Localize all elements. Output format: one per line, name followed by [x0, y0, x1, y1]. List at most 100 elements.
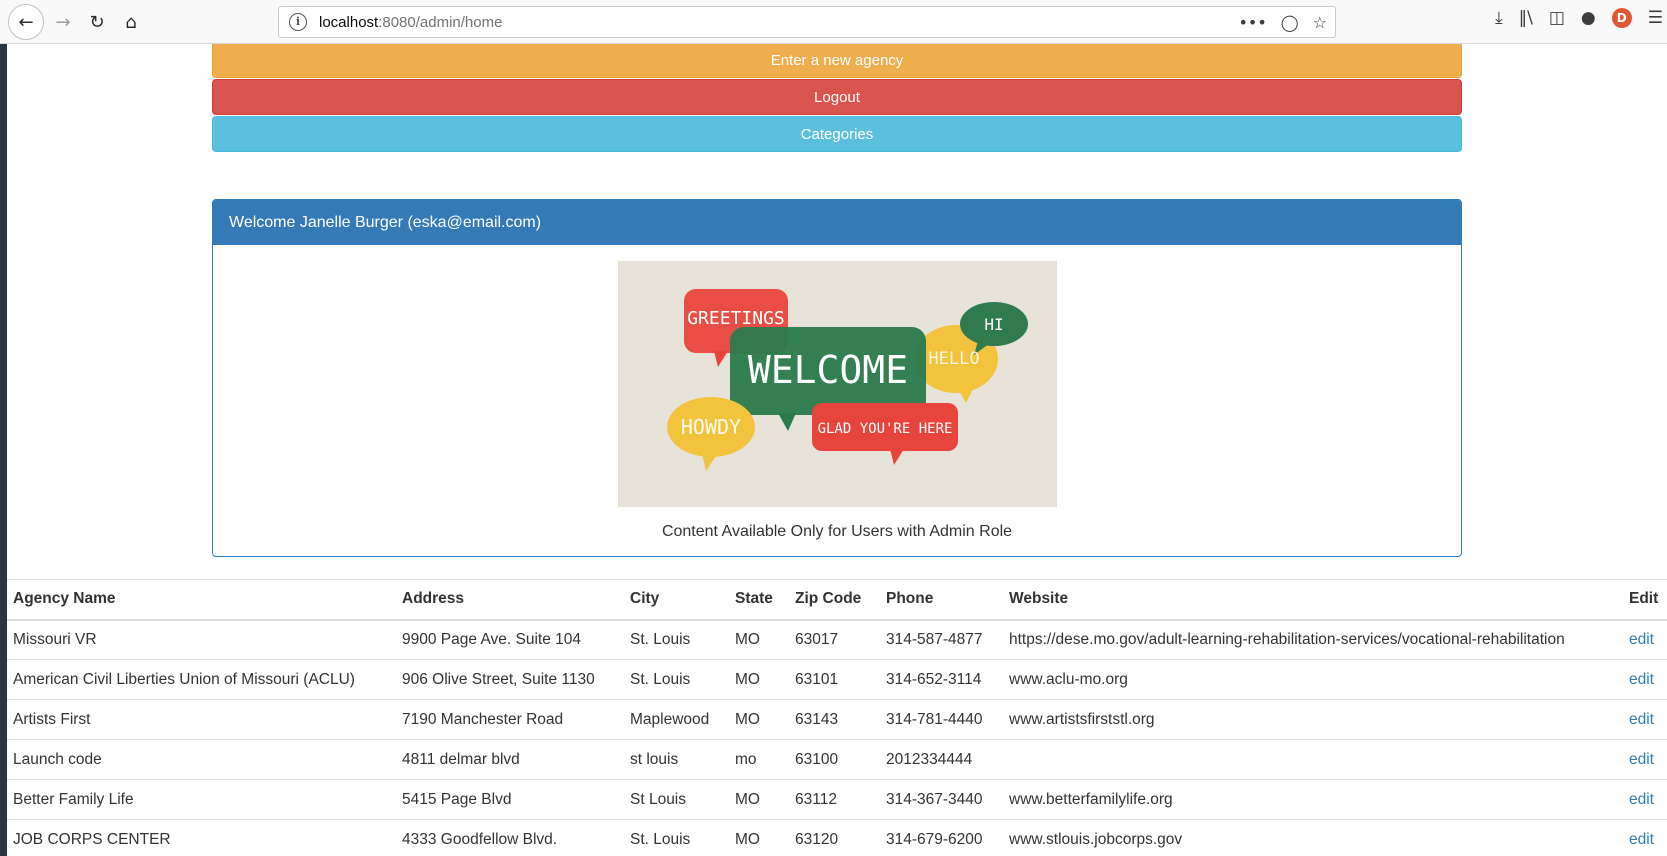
admin-caption: Content Available Only for Users with Ad…	[661, 523, 1013, 540]
website-cell: www.stlouis.jobcorps.gov	[1003, 819, 1623, 856]
hi-text: HI	[984, 315, 1003, 334]
header-phone: Phone	[880, 579, 1003, 621]
phone-cell: 314-781-4440	[880, 699, 1003, 740]
state-cell: MO	[729, 779, 789, 820]
agencies-table: Agency Name Address City State Zip Code …	[7, 579, 1667, 856]
url-text: localhost:8080/admin/home	[319, 13, 503, 31]
edit-cell: edit	[1623, 619, 1667, 660]
account-icon[interactable]: ●	[1581, 8, 1596, 28]
address-cell: 4811 delmar blvd	[396, 739, 624, 780]
city-cell: St. Louis	[624, 619, 729, 660]
website-cell: https://dese.mo.gov/adult-learning-rehab…	[1003, 619, 1623, 660]
phone-cell: 314-652-3114	[880, 659, 1003, 700]
zip-cell: 63112	[789, 779, 880, 820]
header-website: Website	[1003, 579, 1623, 621]
page-actions-icon[interactable]: •••	[1238, 13, 1266, 32]
address-cell: 4333 Goodfellow Blvd.	[396, 819, 624, 856]
header-address: Address	[396, 579, 624, 621]
state-cell: MO	[729, 819, 789, 856]
address-cell: 5415 Page Blvd	[396, 779, 624, 820]
agency-name-cell: Launch code	[7, 739, 396, 780]
zip-cell: 63120	[789, 819, 880, 856]
table-header-row: Agency Name Address City State Zip Code …	[7, 579, 1667, 621]
website-cell	[1003, 739, 1623, 780]
agency-name-cell: JOB CORPS CENTER	[7, 819, 396, 856]
state-cell: MO	[729, 619, 789, 660]
city-cell: St. Louis	[624, 659, 729, 700]
table-row: Launch code 4811 delmar blvd st louis mo 631…	[7, 739, 1667, 780]
address-cell: 9900 Page Ave. Suite 104	[396, 619, 624, 660]
table-row: Better Family Life 5415 Page Blvd St Louis…	[7, 779, 1667, 820]
website-cell: www.artistsfirststl.org	[1003, 699, 1623, 740]
header-edit: Edit	[1623, 579, 1667, 621]
edit-link[interactable]: edit	[1629, 631, 1654, 648]
state-cell: mo	[729, 739, 789, 780]
agency-name-cell: Missouri VR	[7, 619, 396, 660]
edit-cell: edit	[1623, 739, 1667, 780]
duckduckgo-icon[interactable]: D	[1611, 8, 1632, 28]
sidebar-icon[interactable]: ◫	[1549, 8, 1565, 28]
city-cell: St. Louis	[624, 819, 729, 856]
browser-toolbar: ← → ↻ ⌂ i localhost:8080/admin/home ••• …	[0, 0, 1667, 44]
forward-arrow-icon[interactable]: →	[48, 7, 78, 37]
city-cell: Maplewood	[624, 699, 729, 740]
city-cell: st louis	[624, 739, 729, 780]
phone-cell: 314-587-4877	[880, 619, 1003, 660]
download-icon[interactable]: ⤓	[1495, 8, 1503, 28]
state-cell: MO	[729, 699, 789, 740]
new-agency-button[interactable]: Enter a new agency	[212, 44, 1462, 78]
back-arrow-icon[interactable]: ←	[8, 4, 44, 40]
header-zip: Zip Code	[789, 579, 880, 621]
zip-cell: 63017	[789, 619, 880, 660]
welcome-text: WELCOME	[748, 348, 908, 392]
logout-button[interactable]: Logout	[212, 79, 1462, 115]
url-bar[interactable]: i localhost:8080/admin/home ••• ◯ ☆	[278, 6, 1336, 38]
menu-icon[interactable]: ☰	[1648, 8, 1663, 28]
agency-name-cell: Artists First	[7, 699, 396, 740]
city-cell: St Louis	[624, 779, 729, 820]
reload-icon[interactable]: ↻	[82, 7, 112, 37]
address-cell: 906 Olive Street, Suite 1130	[396, 659, 624, 700]
page-content: Enter a new agency Logout Categories Wel…	[7, 44, 1667, 856]
header-agency-name: Agency Name	[7, 579, 396, 621]
table-row: JOB CORPS CENTER 4333 Goodfellow Blvd. St.…	[7, 819, 1667, 856]
zip-cell: 63101	[789, 659, 880, 700]
hello-text: HELLO	[928, 349, 979, 369]
categories-button[interactable]: Categories	[212, 116, 1462, 152]
edit-link[interactable]: edit	[1629, 791, 1654, 808]
site-info-icon[interactable]: i	[289, 13, 307, 31]
phone-cell: 2012334444	[880, 739, 1003, 780]
edit-cell: edit	[1623, 659, 1667, 700]
bookmark-star-icon[interactable]: ☆	[1313, 13, 1327, 32]
table-row: Missouri VR 9900 Page Ave. Suite 104 St. L…	[7, 619, 1667, 660]
library-icon[interactable]: ‖\	[1519, 8, 1533, 28]
header-city: City	[624, 579, 729, 621]
state-cell: MO	[729, 659, 789, 700]
zip-cell: 63143	[789, 699, 880, 740]
greetings-text: GREETINGS	[687, 308, 785, 329]
edit-cell: edit	[1623, 819, 1667, 856]
website-cell: www.betterfamilylife.org	[1003, 779, 1623, 820]
welcome-heading: Welcome Janelle Burger (eska@email.com)	[213, 200, 1461, 245]
table-row: Artists First 7190 Manchester Road Maplewo…	[7, 699, 1667, 740]
website-cell: www.aclu-mo.org	[1003, 659, 1623, 700]
welcome-panel: Welcome Janelle Burger (eska@email.com) …	[212, 199, 1462, 557]
table-row: American Civil Liberties Union of Missou…	[7, 659, 1667, 700]
welcome-image: GREETINGS WELCOME HI HELLO HOWDY GLAD YO…	[618, 261, 1057, 507]
zip-cell: 63100	[789, 739, 880, 780]
edit-cell: edit	[1623, 779, 1667, 820]
edit-link[interactable]: edit	[1629, 751, 1654, 768]
edit-cell: edit	[1623, 699, 1667, 740]
glad-text: GLAD YOU'RE HERE	[818, 421, 953, 437]
phone-cell: 314-679-6200	[880, 819, 1003, 856]
agency-name-cell: American Civil Liberties Union of Missou…	[7, 659, 396, 700]
home-icon[interactable]: ⌂	[116, 7, 146, 37]
pocket-icon[interactable]: ◯	[1281, 13, 1299, 32]
edit-link[interactable]: edit	[1629, 711, 1654, 728]
agency-name-cell: Better Family Life	[7, 779, 396, 820]
howdy-text: HOWDY	[681, 415, 741, 439]
edit-link[interactable]: edit	[1629, 831, 1654, 848]
edit-link[interactable]: edit	[1629, 671, 1654, 688]
phone-cell: 314-367-3440	[880, 779, 1003, 820]
header-state: State	[729, 579, 789, 621]
